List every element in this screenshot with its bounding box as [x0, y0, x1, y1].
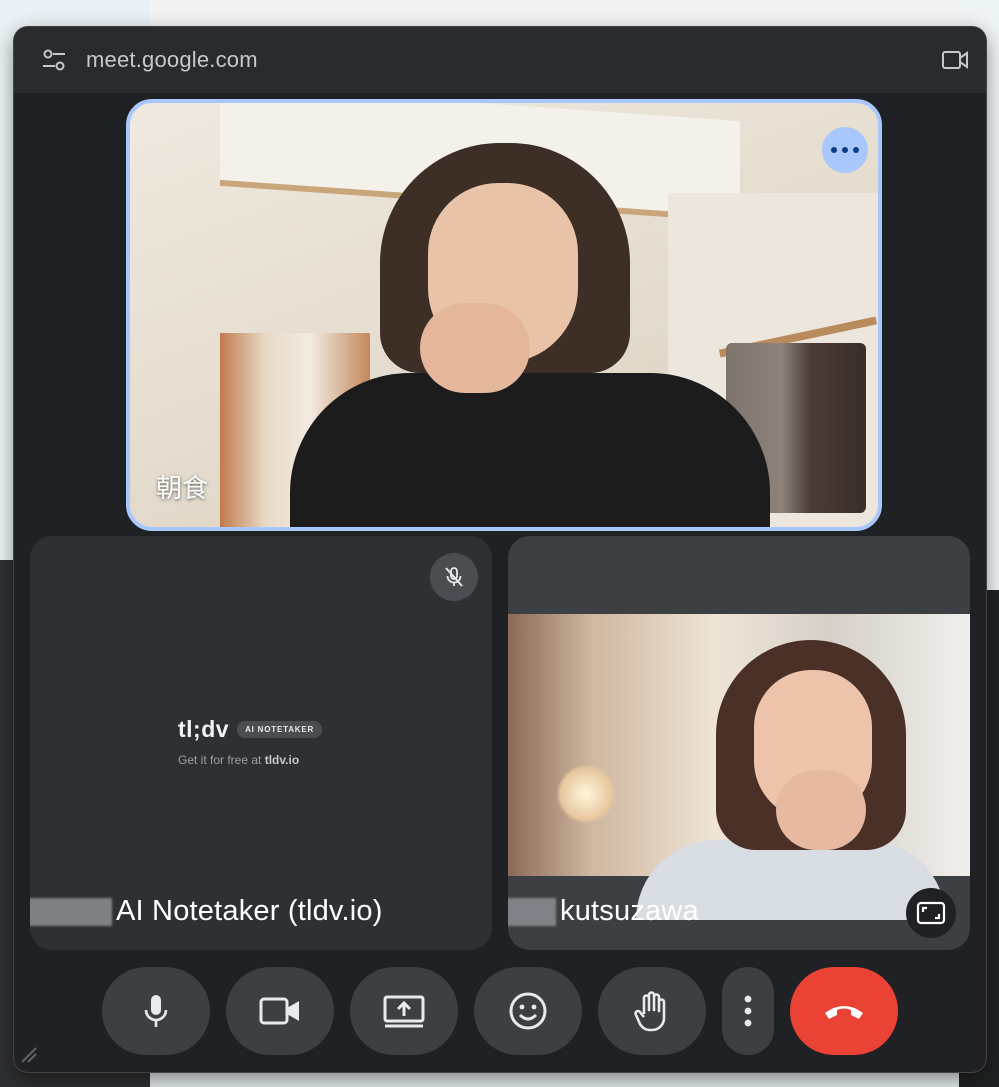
participant-name: AI Notetaker (tldv.io) — [116, 895, 383, 927]
participant-hand — [776, 770, 866, 850]
active-speaker-tile[interactable]: 朝食 — [126, 99, 882, 531]
redacted-name-blur — [30, 897, 112, 926]
mic-icon — [144, 995, 168, 1027]
site-url: meet.google.com — [86, 47, 258, 72]
participant-name-bar: AI Notetaker (tldv.io) — [30, 895, 383, 928]
emoji-icon — [509, 992, 547, 1030]
raise-hand-button[interactable] — [598, 967, 706, 1055]
more-horiz-icon[interactable] — [822, 127, 868, 173]
desktop-background-top — [150, 0, 960, 30]
participant-figure — [636, 640, 946, 920]
microphone-button[interactable] — [102, 967, 210, 1055]
participant-video — [508, 614, 970, 920]
leave-call-button[interactable] — [790, 967, 898, 1055]
participant-name: kutsuzawa — [560, 895, 699, 927]
brand-tagline-text: Get it for free at — [178, 753, 262, 767]
hand-icon — [634, 991, 666, 1032]
brand-tagline-link: tldv.io — [264, 753, 300, 767]
participant-tile-notetaker[interactable]: tl;dv AI NOTETAKER Get it for free at tl… — [30, 536, 492, 950]
participant-hand — [420, 303, 530, 393]
window-titlebar[interactable]: meet.google.com — [14, 27, 986, 93]
camera-button[interactable] — [226, 967, 334, 1055]
videocam-icon — [259, 997, 299, 1025]
participant-name: 朝食 — [156, 474, 209, 504]
participant-name-bar: kutsuzawa — [508, 895, 699, 928]
video-camera-icon[interactable] — [942, 48, 968, 72]
present-to-all-icon — [383, 995, 425, 1028]
more-vert-icon — [744, 995, 752, 1027]
participant-video — [290, 143, 770, 527]
expand-icon[interactable] — [906, 888, 956, 938]
brand-tagline: Get it for free at tldv.io — [178, 753, 299, 767]
call-controls — [14, 967, 986, 1055]
more-options-button[interactable] — [722, 967, 774, 1055]
present-screen-button[interactable] — [350, 967, 458, 1055]
call-end-icon — [825, 1006, 863, 1019]
reactions-button[interactable] — [474, 967, 582, 1055]
tune-icon[interactable] — [40, 46, 68, 74]
resize-handle-icon[interactable] — [18, 1044, 40, 1066]
brand-badge: AI NOTETAKER — [237, 721, 323, 738]
participant-tile-kutsuzawa[interactable]: kutsuzawa — [508, 536, 970, 950]
picture-in-picture-window: meet.google.com 朝食 tl;dv AI NOTETAKER Ge… — [14, 27, 986, 1072]
mic-off-icon — [430, 553, 478, 601]
tldv-brand: tl;dv AI NOTETAKER — [178, 716, 323, 743]
participant-body — [290, 373, 770, 527]
brand-logo: tl;dv — [178, 716, 230, 742]
video-background-lamp — [556, 764, 616, 824]
redacted-name-blur — [508, 897, 556, 926]
